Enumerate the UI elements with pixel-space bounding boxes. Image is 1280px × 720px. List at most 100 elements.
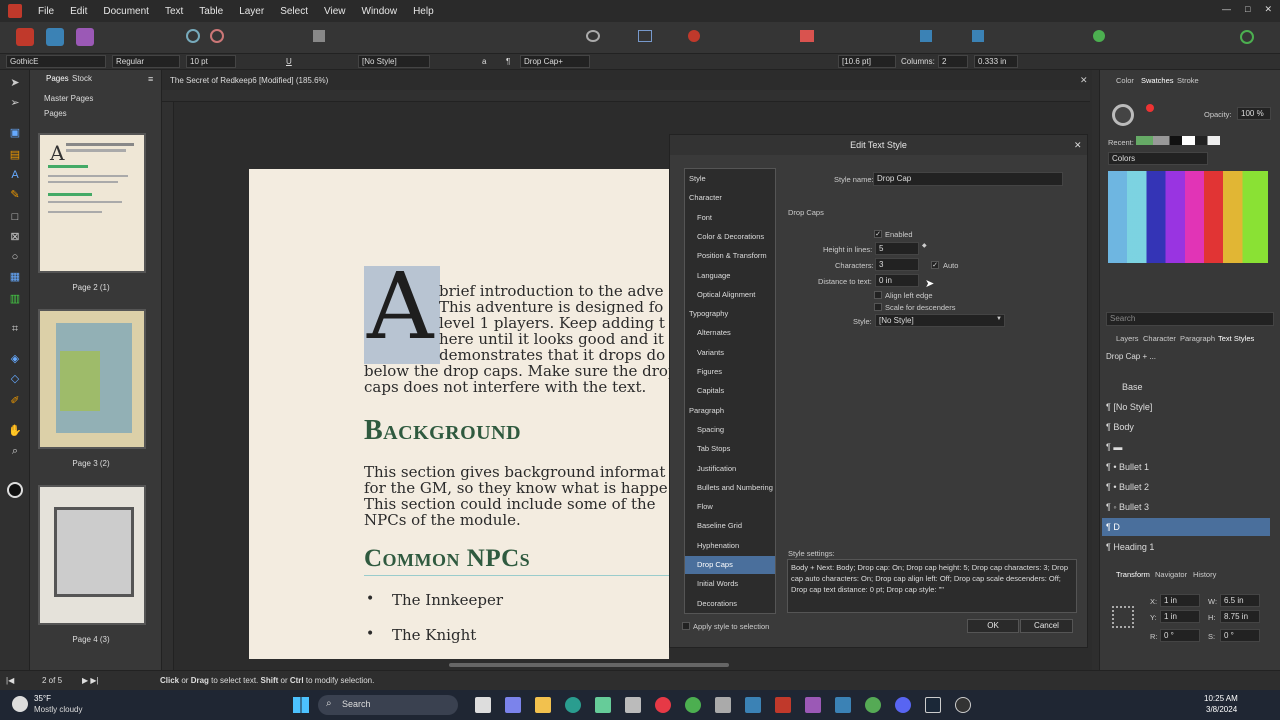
- category-color-decorations[interactable]: Color & Decorations: [685, 228, 775, 246]
- font-style-field[interactable]: Regular: [112, 55, 180, 68]
- tab-swatches[interactable]: Swatches: [1141, 76, 1174, 85]
- scale-descenders-checkbox[interactable]: [874, 303, 882, 311]
- text-style-item[interactable]: ¶ Body: [1102, 418, 1270, 436]
- first-page-icon[interactable]: |◀: [6, 676, 14, 685]
- category-flow[interactable]: Flow: [685, 498, 775, 516]
- height-in-lines-input[interactable]: 5: [875, 242, 919, 255]
- place-tool-icon[interactable]: ▥: [7, 292, 23, 306]
- body-line[interactable]: NPCs of the module.: [364, 511, 521, 529]
- align-left-edge-checkbox[interactable]: [874, 291, 882, 299]
- category-tab-stops[interactable]: Tab Stops: [685, 440, 775, 458]
- persona-publisher-icon[interactable]: [16, 28, 34, 46]
- move-tool-icon[interactable]: ➤: [7, 76, 23, 90]
- artistic-text-tool-icon[interactable]: A: [7, 168, 23, 182]
- category-figures[interactable]: Figures: [685, 363, 775, 381]
- hand-tool-icon[interactable]: ✋: [7, 424, 23, 438]
- paragraph-style-field[interactable]: [No Style]: [358, 55, 430, 68]
- next-page-icon[interactable]: ▶ ▶|: [82, 676, 99, 685]
- crop-tool-icon[interactable]: ⌗: [7, 322, 23, 336]
- category-justification[interactable]: Justification: [685, 460, 775, 478]
- category-character[interactable]: Character: [685, 189, 775, 207]
- page-thumbnail[interactable]: [38, 309, 146, 449]
- ok-button[interactable]: OK: [967, 619, 1019, 633]
- taskbar-search[interactable]: ⌕ Search: [318, 695, 458, 715]
- master-pages-section[interactable]: Master Pages: [44, 94, 93, 103]
- distance-to-text-input[interactable]: 0 in: [875, 274, 919, 287]
- heading-background[interactable]: Background: [364, 415, 521, 447]
- text-wrap-icon[interactable]: [638, 30, 652, 42]
- dialog-close-icon[interactable]: ✕: [1074, 140, 1082, 151]
- text-style-item[interactable]: ¶ Heading 1: [1102, 538, 1270, 556]
- transparency-tool-icon[interactable]: ◇: [7, 372, 23, 386]
- opacity-input[interactable]: 100 %: [1237, 107, 1271, 120]
- category-drop-caps[interactable]: Drop Caps: [685, 556, 775, 574]
- tab-stock[interactable]: Stock: [72, 74, 92, 83]
- frame-text-tool-icon[interactable]: ▣: [7, 126, 23, 140]
- user-icon[interactable]: [1240, 30, 1254, 44]
- tab-character[interactable]: Character: [1143, 334, 1176, 343]
- tab-history[interactable]: History: [1193, 570, 1216, 579]
- heading-common-npcs[interactable]: Common NPCs: [364, 545, 530, 573]
- category-hyphenation[interactable]: Hyphenation: [685, 537, 775, 555]
- panel-menu-icon[interactable]: ≡: [148, 74, 153, 84]
- swatch-search-input[interactable]: Search: [1106, 312, 1274, 326]
- columns-field[interactable]: 2: [938, 55, 968, 68]
- close-window-button[interactable]: ✕: [1264, 4, 1272, 15]
- category-typography[interactable]: Typography: [685, 305, 775, 323]
- style-select[interactable]: [No Style]: [875, 314, 1005, 327]
- rotation-input[interactable]: 0 °: [1160, 629, 1200, 642]
- menu-item-layer[interactable]: Layer: [231, 6, 272, 17]
- tab-color[interactable]: Color: [1116, 76, 1134, 85]
- color-grid[interactable]: [1108, 171, 1268, 263]
- category-decorations[interactable]: Decorations: [685, 595, 775, 613]
- pen-tool-icon[interactable]: ✎: [7, 188, 23, 202]
- node-tool-icon[interactable]: ➢: [7, 96, 23, 110]
- category-font[interactable]: Font: [685, 209, 775, 227]
- horizontal-scrollbar[interactable]: [449, 663, 729, 667]
- h-input[interactable]: 8.75 in: [1220, 610, 1260, 623]
- x-input[interactable]: 1 in: [1160, 594, 1200, 607]
- category-alternates[interactable]: Alternates: [685, 324, 775, 342]
- tab-layers[interactable]: Layers: [1116, 334, 1139, 343]
- category-bullets-and-numbering[interactable]: Bullets and Numbering: [685, 479, 775, 497]
- text-style-item[interactable]: Drop Cap + ...: [1102, 348, 1270, 366]
- apply-to-selection-checkbox[interactable]: [682, 622, 690, 630]
- menu-item-text[interactable]: Text: [157, 6, 191, 17]
- category-optical-alignment[interactable]: Optical Alignment: [685, 286, 775, 304]
- menu-item-document[interactable]: Document: [95, 6, 157, 17]
- characters-input[interactable]: 3: [875, 258, 919, 271]
- maximize-button[interactable]: □: [1245, 4, 1250, 15]
- text-style-item[interactable]: ¶ D: [1102, 518, 1270, 536]
- tab-text-styles[interactable]: Text Styles: [1218, 334, 1254, 343]
- preview-icon[interactable]: [586, 30, 600, 42]
- tab-transform[interactable]: Transform: [1116, 570, 1150, 579]
- persona-designer-icon[interactable]: [46, 28, 64, 46]
- tab-pages[interactable]: Pages: [46, 74, 69, 83]
- text-style-item[interactable]: ¶ [No Style]: [1102, 398, 1270, 416]
- align-icon[interactable]: [920, 30, 932, 42]
- page-thumbnail[interactable]: [38, 485, 146, 625]
- leading-field[interactable]: [10.6 pt]: [838, 55, 896, 68]
- anchor-grid-icon[interactable]: [1112, 606, 1134, 628]
- pages-section[interactable]: Pages: [44, 109, 67, 118]
- category-capitals[interactable]: Capitals: [685, 382, 775, 400]
- bullet-item[interactable]: The Innkeeper: [392, 591, 503, 609]
- flip-icon[interactable]: [972, 30, 984, 42]
- gutter-field[interactable]: 0.333 in: [974, 55, 1018, 68]
- cancel-button[interactable]: Cancel: [1020, 619, 1073, 633]
- minimize-button[interactable]: —: [1222, 4, 1231, 15]
- category-spacing[interactable]: Spacing: [685, 421, 775, 439]
- w-input[interactable]: 6.5 in: [1220, 594, 1260, 607]
- frame-icon[interactable]: [313, 30, 325, 42]
- menu-item-select[interactable]: Select: [272, 6, 316, 17]
- settings-gear-icon[interactable]: [186, 29, 200, 43]
- ellipse-tool-icon[interactable]: ○: [7, 250, 23, 264]
- bullet-item[interactable]: The Knight: [392, 626, 476, 644]
- tab-close-icon[interactable]: ✕: [1080, 75, 1088, 86]
- tab-paragraph[interactable]: Paragraph: [1180, 334, 1215, 343]
- document-tab[interactable]: The Secret of Redkeep6 [Modified] (185.6…: [170, 76, 328, 85]
- image-tool-icon[interactable]: ▦: [7, 270, 23, 284]
- picture-frame-tool-icon[interactable]: ⊠: [7, 230, 23, 244]
- fill-stroke-well-icon[interactable]: [1112, 104, 1134, 126]
- font-size-field[interactable]: 10 pt: [186, 55, 236, 68]
